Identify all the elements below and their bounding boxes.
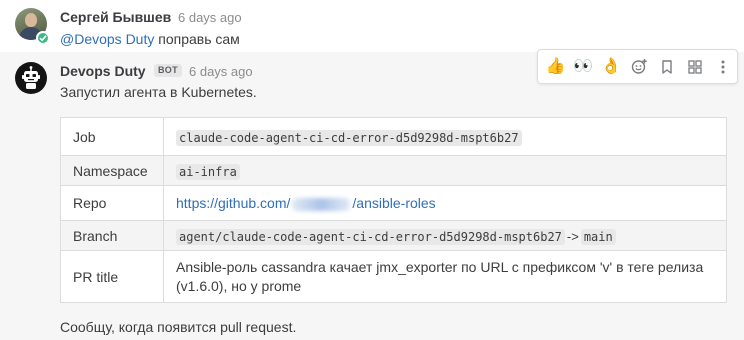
message-footer-text: Сообщу, когда появится pull request. xyxy=(60,319,297,335)
eyes-reaction-button[interactable]: 👀 xyxy=(570,53,597,81)
message-author[interactable]: Сергей Бывшев xyxy=(60,9,171,25)
namespace-code: ai-infra xyxy=(176,163,240,180)
row-key-namespace: Namespace xyxy=(60,155,164,186)
message-timestamp[interactable]: 6 days ago xyxy=(178,10,242,25)
bookmark-icon[interactable] xyxy=(653,53,680,81)
row-key-repo: Repo xyxy=(60,185,164,221)
branch-code: agent/claude-code-agent-ci-cd-error-d5d9… xyxy=(176,228,565,245)
message-body: @Devops Duty поправь сам xyxy=(60,31,240,47)
table-row: Job claude-code-agent-ci-cd-error-d5d929… xyxy=(60,117,727,156)
reaction-toolbar: 👍 👀 👌 xyxy=(537,49,738,84)
row-value-job: claude-code-agent-ci-cd-error-d5d9298d-m… xyxy=(163,117,727,156)
row-key-branch: Branch xyxy=(60,220,164,251)
job-code: claude-code-agent-ci-cd-error-d5d9298d-m… xyxy=(176,129,522,146)
table-row: Namespace ai-infra xyxy=(60,155,727,186)
ok-hand-reaction-button[interactable]: 👌 xyxy=(598,53,625,81)
repo-link-suffix: /ansible-roles xyxy=(352,195,436,211)
message-author[interactable]: Devops Duty xyxy=(60,63,146,79)
branch-arrow: -> xyxy=(566,228,579,244)
bot-badge: BOT xyxy=(154,64,182,77)
message-sergey: Сергей Бывшев 6 days ago @Devops Duty по… xyxy=(0,0,744,52)
row-value-namespace: ai-infra xyxy=(163,155,727,186)
target-branch-code: main xyxy=(580,228,616,245)
table-row: PR title Ansible-роль cassandra качает j… xyxy=(60,250,727,303)
table-row: Repo https://github.com/ /ansible-roles xyxy=(60,185,727,221)
repo-link[interactable]: https://github.com/ /ansible-roles xyxy=(176,195,436,211)
row-key-pr-title: PR title xyxy=(60,250,164,303)
grid-icon[interactable] xyxy=(681,53,708,81)
message-text: Запустил агента в Kubernetes. xyxy=(60,84,257,100)
ellipsis-vertical-icon[interactable] xyxy=(709,53,736,81)
repo-link-prefix: https://github.com/ xyxy=(176,195,291,211)
row-value-repo: https://github.com/ /ansible-roles xyxy=(163,185,727,221)
row-value-pr-title: Ansible-роль cassandra качает jmx_export… xyxy=(163,250,727,303)
mention-link[interactable]: @Devops Duty xyxy=(60,31,154,47)
check-icon xyxy=(36,31,50,45)
row-value-branch: agent/claude-code-agent-ci-cd-error-d5d9… xyxy=(163,220,727,251)
thumbs-up-reaction-button[interactable]: 👍 xyxy=(542,53,569,81)
table-row: Branch agent/claude-code-agent-ci-cd-err… xyxy=(60,220,727,251)
message-text: поправь сам xyxy=(154,31,240,47)
row-key-job: Job xyxy=(60,117,164,156)
redacted-blur xyxy=(292,197,351,211)
smiley-plus-icon[interactable] xyxy=(626,53,653,81)
avatar-head-shape xyxy=(25,13,37,27)
job-info-table: Job claude-code-agent-ci-cd-error-d5d929… xyxy=(60,117,727,303)
robot-icon[interactable] xyxy=(15,62,47,94)
message-timestamp[interactable]: 6 days ago xyxy=(189,64,253,79)
